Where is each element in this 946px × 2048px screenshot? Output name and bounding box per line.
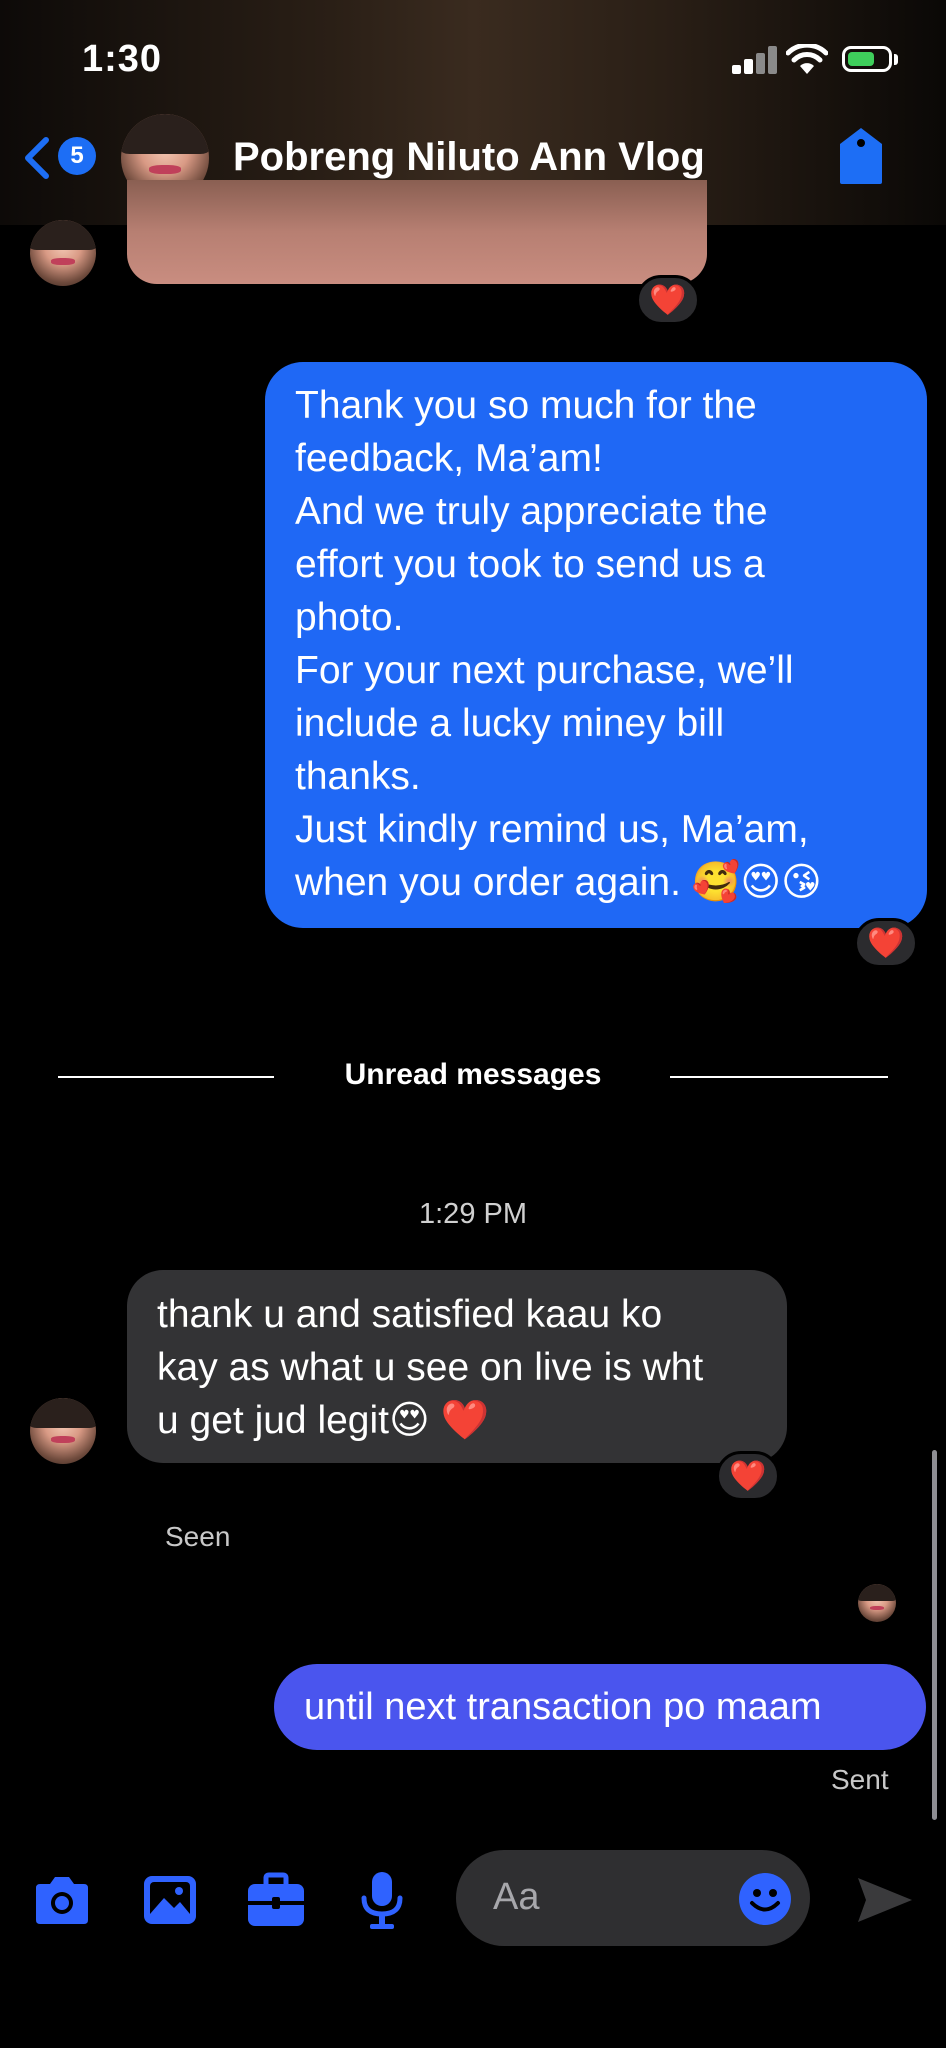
message-line: thanks. [295,755,421,798]
message-line: photo. [295,596,404,639]
unread-messages-divider: Unread messages [344,1058,602,1091]
photo-message[interactable] [127,180,707,284]
read-receipt-avatar [858,1584,896,1622]
message-line: feedback, Ma’am! [295,437,603,480]
message-line: And we truly appreciate the [295,490,768,533]
message-line: For your next purchase, we’ll [295,649,794,692]
divider-line-right [670,1076,888,1078]
microphone-icon[interactable] [350,1868,414,1932]
heart-reaction[interactable]: ❤️ [716,1451,780,1501]
scrollbar[interactable] [932,1450,937,1820]
emoji-icon[interactable] [738,1872,792,1926]
send-icon[interactable] [856,1874,914,1926]
gallery-icon[interactable] [138,1868,202,1932]
contact-name[interactable]: Pobreng Niluto Ann Vlog [233,135,705,180]
battery-icon [842,46,892,72]
outgoing-message[interactable]: Thank you so much for the feedback, Ma’a… [265,362,927,928]
tag-icon[interactable] [836,126,886,186]
message-line: include a lucky miney bill [295,702,725,745]
unread-count-badge[interactable]: 5 [58,137,96,175]
message-line: when you order again. 🥰😍😘 [295,861,822,904]
message-line: effort you took to send us a [295,543,765,586]
message-line: u get jud legit😍 ❤️ [157,1399,490,1442]
message-line: Just kindly remind us, Ma’am, [295,808,809,851]
heart-reaction[interactable]: ❤️ [636,275,700,325]
heart-reaction[interactable]: ❤️ [854,918,918,968]
incoming-message[interactable]: thank u and satisfied kaau ko kay as wha… [127,1270,787,1463]
outgoing-message-latest[interactable]: until next transaction po maam [274,1664,926,1750]
sent-label: Sent [831,1764,889,1795]
camera-icon[interactable] [30,1868,94,1932]
cellular-signal-icon [732,46,777,74]
message-line: kay as what u see on live is wht [157,1346,704,1389]
message-input-placeholder: Aa [493,1876,540,1918]
back-chevron-icon[interactable] [20,136,54,180]
contact-avatar-small [30,220,96,286]
seen-label: Seen [165,1521,231,1552]
message-timestamp: 1:29 PM [419,1198,527,1230]
wifi-icon [786,44,828,74]
message-line: thank u and satisfied kaau ko [157,1293,663,1336]
message-line: Thank you so much for the [295,384,757,427]
contact-avatar-small [30,1398,96,1464]
status-time: 1:30 [82,38,163,80]
briefcase-icon[interactable] [244,1868,308,1932]
